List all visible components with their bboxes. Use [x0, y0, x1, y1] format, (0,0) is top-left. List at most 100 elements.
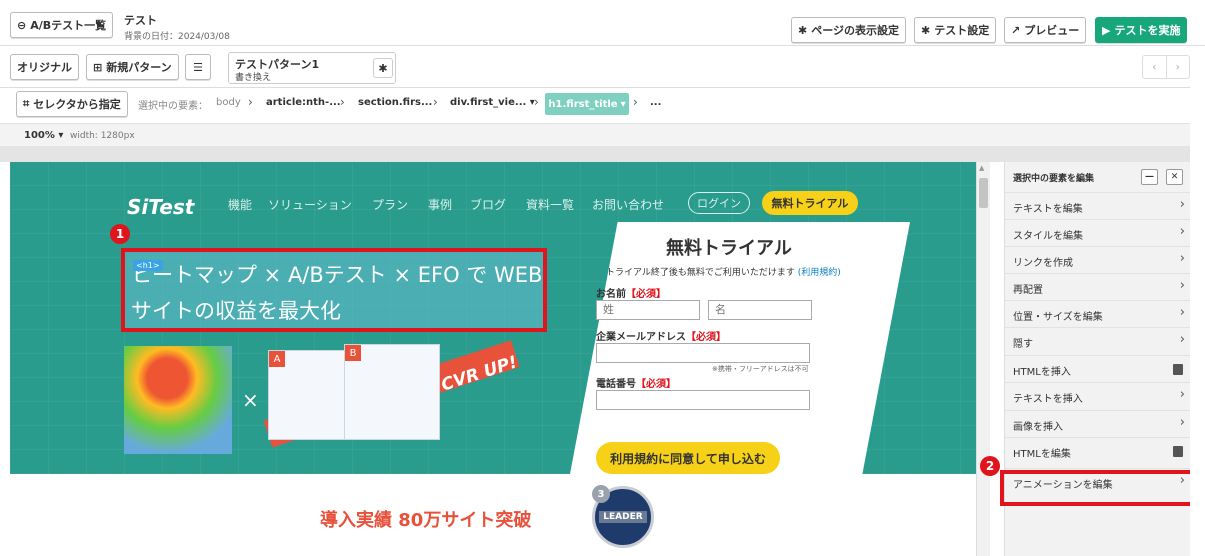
chevron-right-icon: › [1179, 415, 1185, 430]
ab-list-button[interactable]: ⊖ A/Bテスト一覧 [10, 12, 114, 38]
phone-input[interactable] [596, 390, 810, 410]
preview-gutter [0, 146, 1205, 162]
form-note: トライアル終了後も無料でご利用いただけます (利用規約) [606, 265, 841, 278]
chevron-left-icon[interactable]: ‹ [1143, 56, 1167, 78]
plus-square-icon: ⊞ [93, 60, 103, 74]
test-date: 背景の日付：2024/03/08 [124, 32, 230, 42]
panel-header: 選択中の要素を編集 — ✕ [1005, 162, 1191, 192]
last-name-input[interactable] [596, 300, 700, 320]
email-label-text: 企業メールアドレス [596, 332, 686, 343]
pattern-bar [0, 48, 1205, 88]
animation-item-highlight [1000, 470, 1194, 506]
site-nav-item[interactable]: プラン [372, 196, 408, 213]
breadcrumb-h1-label: h1.first_title [548, 98, 618, 110]
panel-item-create-link[interactable]: リンクを作成 › [1005, 246, 1191, 273]
phone-label: 電話番号【必須】 [596, 375, 676, 390]
site-login-button[interactable]: ログイン [688, 192, 750, 214]
form-note-text: トライアル終了後も無料でご利用いただけます [606, 268, 795, 278]
page-display-settings-label: ページの表示設定 [811, 24, 899, 37]
chevron-right-icon: › [340, 95, 345, 109]
breadcrumb-article[interactable]: article:nth-... [266, 97, 341, 108]
site-nav-item[interactable]: ブログ [470, 196, 506, 213]
panel-item-edit-html[interactable]: HTMLを編集 [1005, 437, 1191, 464]
breadcrumb-section[interactable]: section.firs... [358, 97, 432, 108]
panel-item-label: HTMLを編集 [1013, 449, 1071, 460]
first-name-input[interactable] [708, 300, 812, 320]
ab-list-label: A/Bテスト一覧 [30, 19, 107, 32]
scroll-up-icon[interactable]: ▲ [979, 164, 984, 172]
external-link-icon: ↗ [1011, 23, 1021, 37]
minimize-panel-button[interactable]: — [1141, 169, 1158, 185]
panel-item-insert-html[interactable]: HTMLを挿入 [1005, 355, 1191, 382]
minimize-icon: — [1145, 172, 1154, 182]
scrollbar-thumb[interactable] [979, 178, 988, 208]
required-mark: 【必須】 [686, 332, 726, 343]
annotation-badge-2: 2 [980, 456, 1000, 476]
ab-label-b: B [345, 345, 361, 361]
site-logo[interactable]: SiTest [127, 195, 194, 219]
panel-item-label: 位置・サイズを編集 [1013, 312, 1103, 323]
panel-item-hide[interactable]: 隠す › [1005, 327, 1191, 354]
test-settings-button[interactable]: ✱ テスト設定 [914, 17, 997, 43]
test-settings-label: テスト設定 [934, 24, 990, 37]
panel-item-edit-style[interactable]: スタイルを編集 › [1005, 219, 1191, 246]
email-label: 企業メールアドレス【必須】 [596, 328, 726, 343]
close-icon: ✕ [1170, 172, 1179, 182]
site-preview[interactable]: SiTest 機能 ソリューション プラン 事例 ブログ 資料一覧 お問い合わせ… [10, 162, 976, 556]
breadcrumb-body[interactable]: body [216, 97, 241, 108]
site-nav-item[interactable]: 事例 [428, 196, 452, 213]
site-nav-item[interactable]: 資料一覧 [526, 196, 574, 213]
chevron-right-icon[interactable]: › [1167, 56, 1190, 78]
panel-item-insert-image[interactable]: 画像を挿入 › [1005, 410, 1191, 437]
preview-button[interactable]: ↗ プレビュー [1004, 17, 1087, 43]
breadcrumb-div[interactable]: div.first_vie... ▾ [450, 97, 535, 108]
panel-item-label: テキストを挿入 [1013, 394, 1083, 405]
panel-item-rearrange[interactable]: 再配置 › [1005, 273, 1191, 300]
back-circle-icon: ⊖ [17, 18, 27, 32]
copy-icon [1173, 446, 1183, 457]
terms-link[interactable]: (利用規約) [798, 268, 841, 278]
panel-item-edit-text[interactable]: テキストを編集 › [1005, 192, 1191, 219]
name-label-text: お名前 [596, 289, 626, 300]
preview-scrollbar[interactable]: ▲ [976, 162, 990, 556]
site-trial-button[interactable]: 無料トライアル [762, 191, 858, 215]
original-label: オリジナル [17, 61, 72, 74]
copy-icon [1173, 364, 1183, 375]
zoom-level: 100% [24, 130, 55, 141]
panel-item-edit-position-size[interactable]: 位置・サイズを編集 › [1005, 300, 1191, 327]
original-tab[interactable]: オリジナル [10, 54, 79, 80]
breadcrumb-h1-active[interactable]: h1.first_title ▾ [545, 93, 629, 115]
pattern-scroll-arrows: ‹ › [1142, 55, 1190, 79]
caret-down-icon: ▾ [620, 98, 626, 110]
pattern-subtitle: 書き換え [235, 73, 272, 83]
select-by-selector-label: セレクタから指定 [33, 98, 121, 111]
chevron-right-icon: › [1179, 332, 1185, 347]
pattern-settings-button[interactable]: ✱ [373, 58, 393, 78]
chevron-right-icon: › [1179, 387, 1185, 402]
email-input[interactable] [596, 343, 810, 363]
breadcrumb-more[interactable]: ... [650, 97, 661, 108]
site-nav-item[interactable]: お問い合わせ [592, 196, 664, 213]
new-pattern-button[interactable]: ⊞ 新規パターン [86, 54, 179, 80]
panel-item-label: HTMLを挿入 [1013, 367, 1071, 378]
required-mark: 【必須】 [636, 379, 676, 390]
email-hint: ※携帯・フリーアドレスは不可 [712, 365, 809, 373]
form-title: 無料トライアル [666, 238, 792, 259]
page-display-settings-button[interactable]: ✱ ページの表示設定 [791, 17, 906, 43]
chevron-right-icon: › [1179, 305, 1185, 320]
preview-label: プレビュー [1024, 24, 1080, 37]
form-submit-button[interactable]: 利用規約に同意して申し込む [596, 442, 780, 474]
chevron-right-icon: › [633, 95, 638, 109]
zoom-select[interactable]: 100% ▾ [24, 130, 63, 141]
run-test-button[interactable]: ▶ テストを実施 [1095, 17, 1188, 43]
pattern-list-button[interactable]: ☰ [185, 54, 211, 80]
close-panel-button[interactable]: ✕ [1166, 169, 1183, 185]
pattern-tab-1[interactable]: テストパターン1 書き換え ✱ [228, 52, 396, 84]
site-nav-item[interactable]: ソリューション [268, 196, 352, 213]
site-nav-item[interactable]: 機能 [228, 196, 252, 213]
viewport-width: width: 1280px [70, 131, 135, 141]
select-by-selector-button[interactable]: ⌗ セレクタから指定 [16, 91, 128, 117]
ab-card-b: B [344, 344, 440, 440]
selected-h1-highlight[interactable]: ヒートマップ × A/Bテスト × EFO で WEBサイトの収益を最大化 <h… [121, 248, 547, 332]
panel-item-insert-text[interactable]: テキストを挿入 › [1005, 382, 1191, 409]
